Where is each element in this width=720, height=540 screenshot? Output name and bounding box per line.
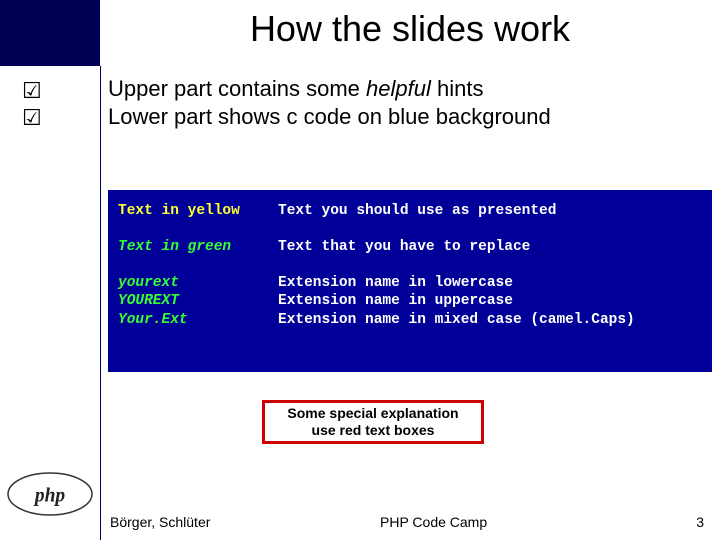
code-left-yellow: Text in yellow: [118, 202, 278, 220]
ext-desc: Extension name in mixed case (camel.Caps…: [278, 311, 704, 329]
hint-line-2: Lower part shows c code on blue backgrou…: [108, 103, 551, 131]
code-right: Text you should use as presented: [278, 202, 704, 220]
code-row: yourext YOUREXT Your.Ext Extension name …: [118, 274, 704, 328]
red-callout-box: Some special explanation use red text bo…: [262, 400, 484, 444]
code-left-green-list: yourext YOUREXT Your.Ext: [118, 274, 278, 328]
sidebar-accent-block: [0, 0, 100, 66]
hint-em: helpful: [366, 76, 431, 101]
footer-authors: Börger, Schlüter: [110, 514, 210, 530]
vertical-divider: [100, 66, 101, 540]
ext-desc: Extension name in lowercase: [278, 274, 704, 292]
code-left-green: Text in green: [118, 238, 278, 256]
hints-block: Upper part contains some helpful hints L…: [108, 75, 551, 130]
redbox-line: use red text boxes: [312, 422, 435, 438]
ext-desc: Extension name in uppercase: [278, 292, 704, 310]
code-right-list: Extension name in lowercase Extension na…: [278, 274, 704, 328]
redbox-line: Some special explanation: [287, 405, 458, 421]
ext-lc: yourext: [118, 274, 278, 292]
hint-text: hints: [431, 76, 484, 101]
footer-page-number: 3: [696, 514, 704, 530]
hint-text: Upper part contains some: [108, 76, 366, 101]
footer: Börger, Schlüter PHP Code Camp 3: [0, 506, 720, 540]
code-right: Text that you have to replace: [278, 238, 704, 256]
page-title: How the slides work: [100, 8, 720, 50]
check-icon: ☑: [22, 78, 82, 104]
footer-title: PHP Code Camp: [380, 514, 487, 530]
check-icon: ☑: [22, 105, 82, 131]
svg-text:php: php: [33, 486, 66, 507]
ext-camel: Your.Ext: [118, 311, 278, 329]
bullet-column: ☑ ☑: [22, 78, 82, 131]
code-box: Text in yellow Text you should use as pr…: [108, 190, 712, 372]
hint-line-1: Upper part contains some helpful hints: [108, 75, 551, 103]
code-row: Text in green Text that you have to repl…: [118, 238, 704, 256]
code-row: Text in yellow Text you should use as pr…: [118, 202, 704, 220]
ext-uc: YOUREXT: [118, 292, 278, 310]
